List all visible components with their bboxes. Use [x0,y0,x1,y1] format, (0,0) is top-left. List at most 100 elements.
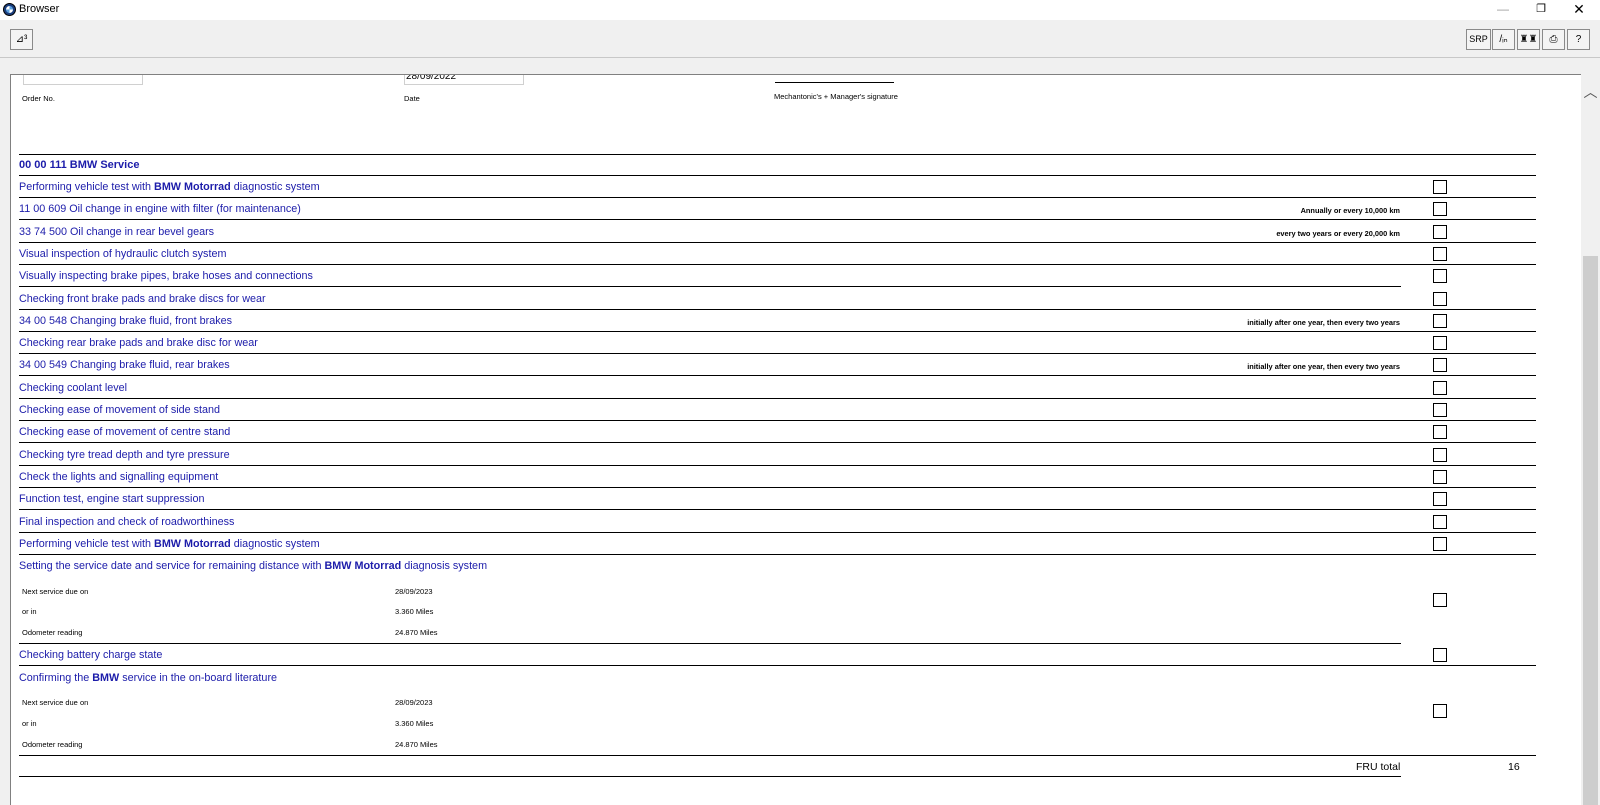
or-in-label: or in [22,607,37,616]
service-item-checkbox[interactable] [1433,492,1447,506]
service-item-checkbox[interactable] [1433,292,1447,306]
document-view[interactable]: Order No. 28/09/2022 Date Mechantonic's … [10,74,1581,805]
divider [19,197,1536,198]
service-item-label: Checking coolant level [19,382,128,394]
service-item-label: Final inspection and check of roadworthi… [19,516,235,528]
or-in-label: or in [22,719,37,728]
print-icon[interactable]: ⎙ [1542,29,1565,50]
service-item-label: Checking front brake pads and brake disc… [19,293,266,305]
divider [19,242,1536,243]
service-item-checkbox[interactable] [1433,336,1447,350]
divider [19,286,1401,287]
date-value: 28/09/2022 [406,74,457,82]
service-item-checkbox[interactable] [1433,180,1447,194]
title-bar: Browser — ❐ ✕ [0,0,1600,20]
minimize-button[interactable]: — [1484,0,1522,20]
service-item-checkbox[interactable] [1433,225,1447,239]
service-item-label: Checking ease of movement of centre stan… [19,426,231,438]
or-in-value: 3.360 Miles [395,719,434,728]
binoculars-icon[interactable]: ♜♜ [1517,29,1540,50]
divider [19,331,1536,332]
service-item-checkbox[interactable] [1433,247,1447,261]
srp-button[interactable]: SRP [1466,29,1491,50]
measure-icon[interactable]: ⊿³ [10,29,33,50]
service-item-checkbox[interactable] [1433,269,1447,283]
signature-label: Mechantonic's + Manager's signature [774,92,898,101]
service-item-checkbox[interactable] [1433,314,1447,328]
divider [19,264,1536,265]
service-interval-note: initially after one year, then every two… [1247,362,1400,371]
service-item-checkbox[interactable] [1433,515,1447,529]
divider [19,554,1536,555]
divider [19,465,1536,466]
service-item-label: 33 74 500 Oil change in rear bevel gears [19,226,215,238]
service-item-checkbox[interactable] [1433,537,1447,551]
service-item-label: Performing vehicle test with BMW Motorra… [19,181,320,193]
scroll-up-icon[interactable]: ︿ [1581,82,1600,100]
divider [19,420,1536,421]
service-interval-note: every two years or every 20,000 km [1276,229,1400,238]
service-interval-note: initially after one year, then every two… [1247,318,1400,327]
odometer-label: Odometer reading [22,628,83,637]
service-item-checkbox[interactable] [1433,381,1447,395]
service-item-label: Check the lights and signalling equipmen… [19,471,219,483]
battery-item: Checking battery charge state [19,649,163,661]
service-setting-item: Setting the service date and service for… [19,560,488,572]
divider [19,509,1536,510]
order-no-field [23,75,143,85]
section-title: 00 00 111 BMW Service [19,159,140,171]
service-item-checkbox[interactable] [1433,403,1447,417]
divider [19,375,1536,376]
odometer-value: 24.870 Miles [395,740,438,749]
service-item-label: Checking tyre tread depth and tyre press… [19,449,230,461]
confirm-service-item: Confirming the BMW service in the on-boa… [19,672,278,684]
divider [19,353,1536,354]
service-item-label: Visually inspecting brake pipes, brake h… [19,270,313,282]
or-in-value: 3.360 Miles [395,607,434,616]
bmw-logo-icon [3,3,16,16]
help-icon[interactable]: ? [1567,29,1590,50]
divider [19,776,1401,777]
confirm-service-checkbox[interactable] [1433,704,1447,718]
fru-total-label: FRU total [1356,761,1401,773]
date-label: Date [404,94,420,103]
divider [19,154,1536,155]
battery-checkbox[interactable] [1433,648,1447,662]
odometer-value: 24.870 Miles [395,628,438,637]
order-no-label: Order No. [22,94,55,103]
restore-button[interactable]: ❐ [1522,0,1560,20]
service-item-checkbox[interactable] [1433,470,1447,484]
service-item-label: 11 00 609 Oil change in engine with filt… [19,203,301,215]
next-service-label: Next service due on [22,587,89,596]
window-title: Browser [19,3,60,15]
next-service-value: 28/09/2023 [395,587,433,596]
divider [19,442,1536,443]
fin-icon[interactable]: /ᵢₙ [1492,29,1515,50]
service-item-label: Checking rear brake pads and brake disc … [19,337,258,349]
toolbar: ⊿³ SRP /ᵢₙ ♜♜ ⎙ ? [0,20,1600,58]
service-item-checkbox[interactable] [1433,425,1447,439]
divider [19,532,1536,533]
service-item-label: 34 00 548 Changing brake fluid, front br… [19,315,233,327]
divider [19,755,1536,756]
close-button[interactable]: ✕ [1560,0,1598,20]
fru-total-value: 16 [1508,761,1520,773]
service-item-label: 34 00 549 Changing brake fluid, rear bra… [19,359,230,371]
divider [19,175,1536,176]
next-service-label: Next service due on [22,698,89,707]
divider [19,309,1536,310]
service-setting-checkbox[interactable] [1433,593,1447,607]
vertical-scrollbar[interactable]: ︿ [1581,74,1600,805]
divider [19,643,1401,644]
service-item-label: Visual inspection of hydraulic clutch sy… [19,248,227,260]
service-item-checkbox[interactable] [1433,202,1447,216]
service-item-label: Checking ease of movement of side stand [19,404,221,416]
service-item-checkbox[interactable] [1433,448,1447,462]
service-item-checkbox[interactable] [1433,358,1447,372]
divider [19,219,1536,220]
service-item-label: Performing vehicle test with BMW Motorra… [19,538,320,550]
next-service-value: 28/09/2023 [395,698,433,707]
odometer-label: Odometer reading [22,740,83,749]
signature-line [775,82,894,83]
scroll-thumb[interactable] [1583,256,1598,805]
